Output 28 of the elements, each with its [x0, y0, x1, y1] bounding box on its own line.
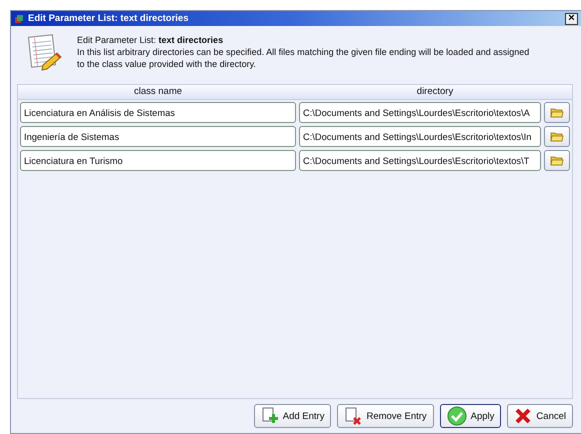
column-header: class name [132, 85, 184, 99]
directory-field[interactable]: C:\Documents and Settings\Lourdes\Escritorio\textos\T [299, 150, 541, 171]
class-name-field[interactable]: Licenciatura en Turismo [20, 150, 296, 171]
window-title: Edit Parameter List: text directories [28, 13, 190, 24]
column-header: directory [416, 85, 454, 99]
close-button[interactable]: × [565, 12, 578, 24]
document-plus-icon [260, 407, 279, 425]
document-cross-icon [344, 407, 362, 425]
add-button[interactable]: Add Entry [254, 404, 332, 428]
class-name-field[interactable]: Licenciatura en Análisis de Sistemas [20, 102, 296, 123]
notepad-pencil-icon [27, 33, 63, 71]
apply-button[interactable]: Apply [440, 404, 502, 428]
check-icon [446, 406, 467, 426]
directory-field[interactable]: C:\Documents and Settings\Lourdes\Escritorio\textos\A [299, 102, 541, 123]
folder-icon [550, 155, 564, 166]
dialog-heading: Edit Parameter List: text directories [77, 35, 224, 45]
browse-button[interactable] [544, 126, 570, 147]
browse-button[interactable] [544, 150, 570, 171]
folder-icon [550, 107, 564, 118]
class-name-field[interactable]: Ingeniería de Sistemas [20, 126, 296, 147]
folder-icon [550, 131, 564, 142]
dialog-description: In this list arbitrary directories can be specified. All files matching the given file ending will be loaded and assigned to the class value provided with the directory. [77, 46, 530, 70]
cancel-button[interactable]: Cancel [507, 404, 573, 428]
remove-button[interactable]: Remove Entry [337, 404, 434, 428]
browse-button[interactable] [544, 102, 570, 123]
cross-icon [514, 407, 532, 425]
directory-field[interactable]: C:\Documents and Settings\Lourdes\Escritorio\textos\In [299, 126, 541, 147]
app-icon [14, 14, 24, 24]
